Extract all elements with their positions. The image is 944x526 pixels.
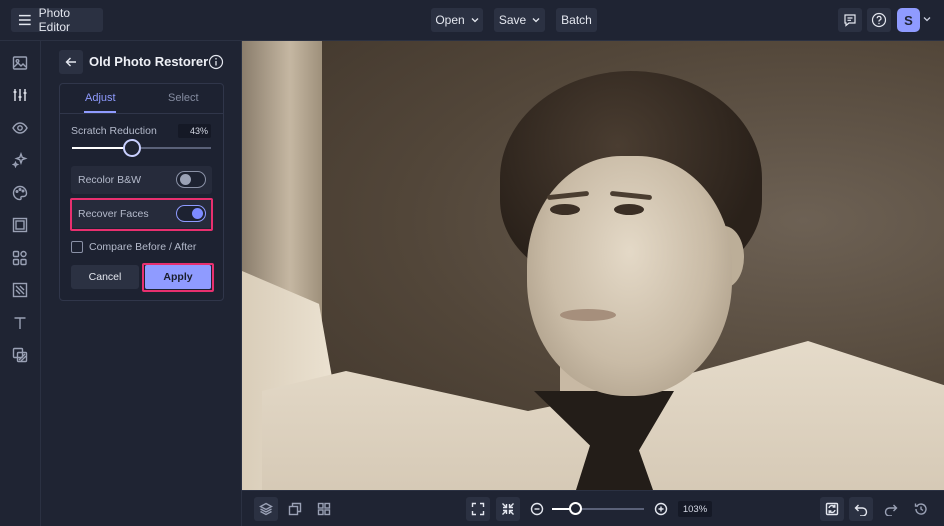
- photo-left-eye: [550, 204, 580, 215]
- history-layers-button[interactable]: [283, 497, 307, 521]
- zoom-out-button[interactable]: [525, 497, 549, 521]
- zoom-slider-thumb[interactable]: [569, 502, 582, 515]
- open-label: Open: [435, 13, 465, 27]
- photo-right-eye: [614, 204, 644, 215]
- zoom-in-icon: [654, 502, 668, 516]
- save-button[interactable]: Save: [494, 8, 545, 32]
- recover-faces-toggle[interactable]: [176, 205, 206, 222]
- comment-icon: [844, 14, 856, 27]
- batch-label: Batch: [561, 13, 592, 27]
- sparkle-icon[interactable]: [11, 151, 29, 169]
- layers-icon: [259, 502, 273, 516]
- apply-button[interactable]: Apply: [145, 265, 211, 289]
- frame-icon[interactable]: [11, 216, 29, 234]
- palette-icon[interactable]: [11, 184, 29, 202]
- chevron-down-icon: [471, 18, 479, 23]
- recolor-toggle[interactable]: [176, 171, 206, 188]
- sliders-icon[interactable]: [11, 86, 29, 104]
- batch-button[interactable]: Batch: [556, 8, 597, 32]
- redo-icon: [884, 504, 898, 516]
- main-menu-button[interactable]: Photo Editor: [11, 6, 103, 34]
- recolor-label: Recolor B&W: [78, 174, 142, 186]
- photo-lips: [560, 309, 616, 321]
- shapes-icon[interactable]: [11, 249, 29, 267]
- tab-divider: [60, 113, 223, 114]
- compare-label: Compare Before / After: [89, 241, 197, 253]
- grid-icon: [317, 502, 331, 516]
- comments-button[interactable]: [838, 8, 862, 32]
- info-icon[interactable]: [208, 54, 224, 70]
- app-title: Photo Editor: [38, 6, 70, 34]
- duplicate-icon: [288, 502, 302, 516]
- back-button[interactable]: [59, 50, 83, 74]
- scratch-reduction-slider-thumb[interactable]: [122, 139, 141, 157]
- cancel-button[interactable]: Cancel: [71, 265, 139, 289]
- chevron-down-icon: [532, 18, 540, 23]
- fit-screen-button[interactable]: [466, 497, 490, 521]
- actual-size-button[interactable]: [496, 497, 520, 521]
- grid-view-button[interactable]: [312, 497, 336, 521]
- history-button[interactable]: [909, 497, 933, 521]
- zoom-out-icon: [530, 502, 544, 516]
- compare-checkbox[interactable]: [71, 241, 83, 253]
- toggle-knob: [180, 174, 191, 185]
- scratch-reduction-value[interactable]: 43%: [178, 124, 211, 138]
- collapse-icon: [502, 503, 514, 515]
- active-tab-indicator: [84, 111, 116, 113]
- text-icon[interactable]: [11, 314, 29, 332]
- swap-compare-button[interactable]: [820, 497, 844, 521]
- redo-button[interactable]: [879, 497, 903, 521]
- user-avatar[interactable]: S: [897, 8, 920, 32]
- eye-icon[interactable]: [11, 119, 29, 137]
- chevron-down-icon[interactable]: [923, 16, 931, 22]
- image-icon[interactable]: [11, 54, 29, 72]
- tab-select[interactable]: Select: [168, 92, 199, 104]
- recover-faces-label: Recover Faces: [78, 208, 149, 220]
- save-label: Save: [498, 13, 527, 27]
- history-icon: [914, 503, 927, 515]
- undo-icon: [854, 504, 868, 516]
- help-button[interactable]: [867, 8, 891, 32]
- refresh-icon: [825, 502, 839, 516]
- overlay-icon[interactable]: [11, 346, 29, 364]
- toggle-knob: [192, 208, 203, 219]
- texture-icon[interactable]: [11, 281, 29, 299]
- scratch-reduction-label: Scratch Reduction: [71, 125, 157, 137]
- panel-title: Old Photo Restorer: [89, 54, 209, 69]
- open-button[interactable]: Open: [431, 8, 483, 32]
- help-icon: [871, 12, 887, 28]
- zoom-in-button[interactable]: [649, 497, 673, 521]
- undo-button[interactable]: [849, 497, 873, 521]
- layers-button[interactable]: [254, 497, 278, 521]
- arrow-left-icon: [65, 57, 76, 67]
- hamburger-icon: [18, 14, 31, 26]
- photo-canvas[interactable]: [242, 41, 944, 490]
- tab-adjust[interactable]: Adjust: [85, 92, 116, 104]
- fit-screen-icon: [471, 502, 485, 516]
- zoom-level[interactable]: 103%: [678, 501, 712, 517]
